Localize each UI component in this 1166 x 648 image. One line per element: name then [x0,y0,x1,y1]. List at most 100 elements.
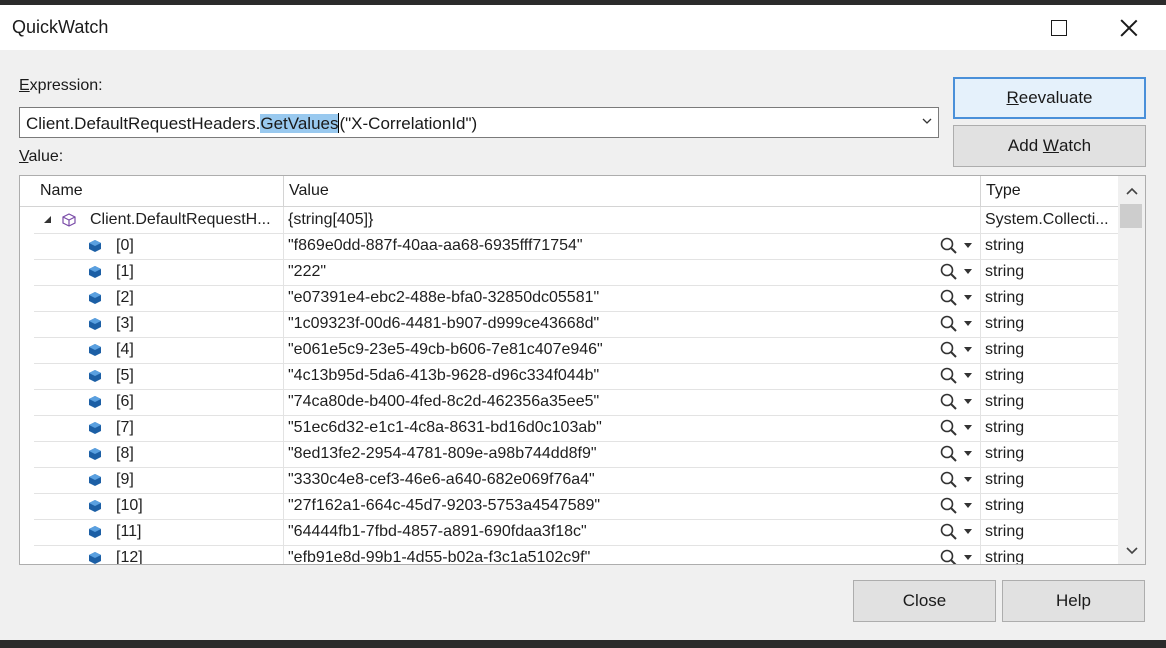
collapse-triangle-icon[interactable] [44,216,52,224]
row-value: "64444fb1-7fbd-4857-a891-690fdaa3f18c" [288,523,587,540]
vertical-scrollbar[interactable] [1118,176,1145,564]
magnifier-icon[interactable] [938,418,976,438]
row-type: string [985,445,1025,462]
column-header-value[interactable]: Value [284,176,981,206]
magnifier-icon[interactable] [938,522,976,542]
table-row[interactable]: [5] "4c13b95d-5da6-413b-9628-d96c334f044b… [34,363,1118,390]
grid-header: Name Value Type [20,176,1118,207]
help-button[interactable]: Help [1002,580,1145,622]
column-header-name[interactable]: Name [34,176,284,206]
root-name: Client.DefaultRequestH... [90,211,271,228]
row-type: string [985,263,1025,280]
table-row[interactable]: [9] "3330c4e8-cef3-46e6-a640-682e069f76a4… [34,467,1118,494]
table-row[interactable]: [2] "e07391e4-ebc2-488e-bfa0-32850dc05581… [34,285,1118,312]
root-row[interactable]: Client.DefaultRequestH... {string[405]} … [34,207,1118,234]
scroll-up-button[interactable] [1118,178,1145,204]
magnifier-icon[interactable] [938,288,976,308]
chevron-down-icon[interactable] [922,116,932,126]
maximize-button[interactable] [1024,5,1094,50]
row-type: string [985,237,1025,254]
close-button[interactable]: Close [853,580,996,622]
table-row[interactable]: [8] "8ed13fe2-2954-4781-809e-a98b744dd8f9… [34,441,1118,468]
table-row[interactable]: [10] "27f162a1-664c-45d7-9203-5753a454758… [34,493,1118,520]
field-cube-icon [89,240,101,252]
field-cube-icon [89,318,101,330]
row-value: "4c13b95d-5da6-413b-9628-d96c334f044b" [288,367,600,384]
magnifier-icon[interactable] [938,366,976,386]
expression-input[interactable]: Client.DefaultRequestHeaders.GetValues("… [19,107,939,138]
chevron-up-icon [1125,187,1138,195]
row-name: [0] [116,237,134,254]
scroll-down-button[interactable] [1118,538,1145,564]
field-cube-icon [89,422,101,434]
field-cube-icon [89,292,101,304]
field-cube-icon [89,448,101,460]
table-row[interactable]: [6] "74ca80de-b400-4fed-8c2d-462356a35ee5… [34,389,1118,416]
row-type: string [985,393,1025,410]
magnifier-icon[interactable] [938,262,976,282]
magnifier-icon[interactable] [938,314,976,334]
magnifier-icon[interactable] [938,470,976,490]
expression-text[interactable]: Client.DefaultRequestHeaders.GetValues("… [26,113,477,134]
row-name: [5] [116,367,134,384]
expression-selection: GetValues [260,114,339,133]
column-header-type[interactable]: Type [981,176,1118,206]
row-value: "f869e0dd-887f-40aa-aa68-6935fff71754" [288,237,583,254]
field-cube-icon [89,344,101,356]
row-type: string [985,341,1025,358]
reevaluate-button[interactable]: Reevaluate [953,77,1146,119]
quickwatch-dialog: QuickWatch Expression: Client.DefaultReq… [0,0,1166,648]
field-cube-icon [89,474,101,486]
watch-grid[interactable]: Name Value Type Client.DefaultRequestH..… [19,175,1146,565]
table-row[interactable]: [4] "e061e5c9-23e5-49cb-b606-7e81c407e946… [34,337,1118,364]
row-type: string [985,471,1025,488]
field-cube-icon [89,552,101,564]
root-type: System.Collecti... [985,211,1109,228]
magnifier-icon[interactable] [938,496,976,516]
row-value: "222" [288,263,327,280]
magnifier-icon[interactable] [938,548,976,565]
row-name: [2] [116,289,134,306]
scroll-thumb[interactable] [1120,204,1142,228]
row-value: "efb91e8d-99b1-4d55-b02a-f3c1a5102c9f" [288,549,591,565]
row-value: "74ca80de-b400-4fed-8c2d-462356a35ee5" [288,393,600,410]
field-cube-icon [89,266,101,278]
table-row[interactable]: [11] "64444fb1-7fbd-4857-a891-690fdaa3f18… [34,519,1118,546]
field-cube-icon [89,370,101,382]
add-watch-button[interactable]: Add Watch [953,125,1146,167]
row-name: [9] [116,471,134,488]
row-type: string [985,419,1025,436]
field-cube-icon [89,396,101,408]
close-window-button[interactable] [1094,5,1164,50]
row-value: "51ec6d32-e1c1-4c8a-8631-bd16d0c103ab" [288,419,602,436]
row-name: [12] [116,549,143,565]
root-value: {string[405]} [284,207,981,233]
table-row[interactable]: [1] "222" string [34,259,1118,286]
row-name: [3] [116,315,134,332]
row-value: "27f162a1-664c-45d7-9203-5753a4547589" [288,497,601,514]
magnifier-icon[interactable] [938,340,976,360]
row-value: "e07391e4-ebc2-488e-bfa0-32850dc05581" [288,289,600,306]
row-value: "8ed13fe2-2954-4781-809e-a98b744dd8f9" [288,445,597,462]
row-value: "1c09323f-00d6-4481-b907-d999ce43668d" [288,315,600,332]
value-label: Value: [19,148,64,165]
row-value: "e061e5c9-23e5-49cb-b606-7e81c407e946" [288,341,603,358]
row-type: string [985,289,1025,306]
row-type: string [985,315,1025,332]
magnifier-icon[interactable] [938,444,976,464]
row-type: string [985,367,1025,384]
row-name: [11] [116,523,142,540]
window-title: QuickWatch [12,17,109,37]
magnifier-icon[interactable] [938,236,976,256]
row-value: "3330c4e8-cef3-46e6-a640-682e069f76a4" [288,471,595,488]
maximize-icon [1051,19,1067,36]
table-row[interactable]: [3] "1c09323f-00d6-4481-b907-d999ce43668d… [34,311,1118,338]
close-icon [1120,19,1138,37]
table-row[interactable]: [0] "f869e0dd-887f-40aa-aa68-6935fff71754… [34,233,1118,260]
table-row[interactable]: [12] "efb91e8d-99b1-4d55-b02a-f3c1a5102c9… [34,545,1118,565]
table-row[interactable]: [7] "51ec6d32-e1c1-4c8a-8631-bd16d0c103ab… [34,415,1118,442]
object-icon [62,213,76,227]
row-name: [6] [116,393,134,410]
magnifier-icon[interactable] [938,392,976,412]
row-name: [4] [116,341,134,358]
